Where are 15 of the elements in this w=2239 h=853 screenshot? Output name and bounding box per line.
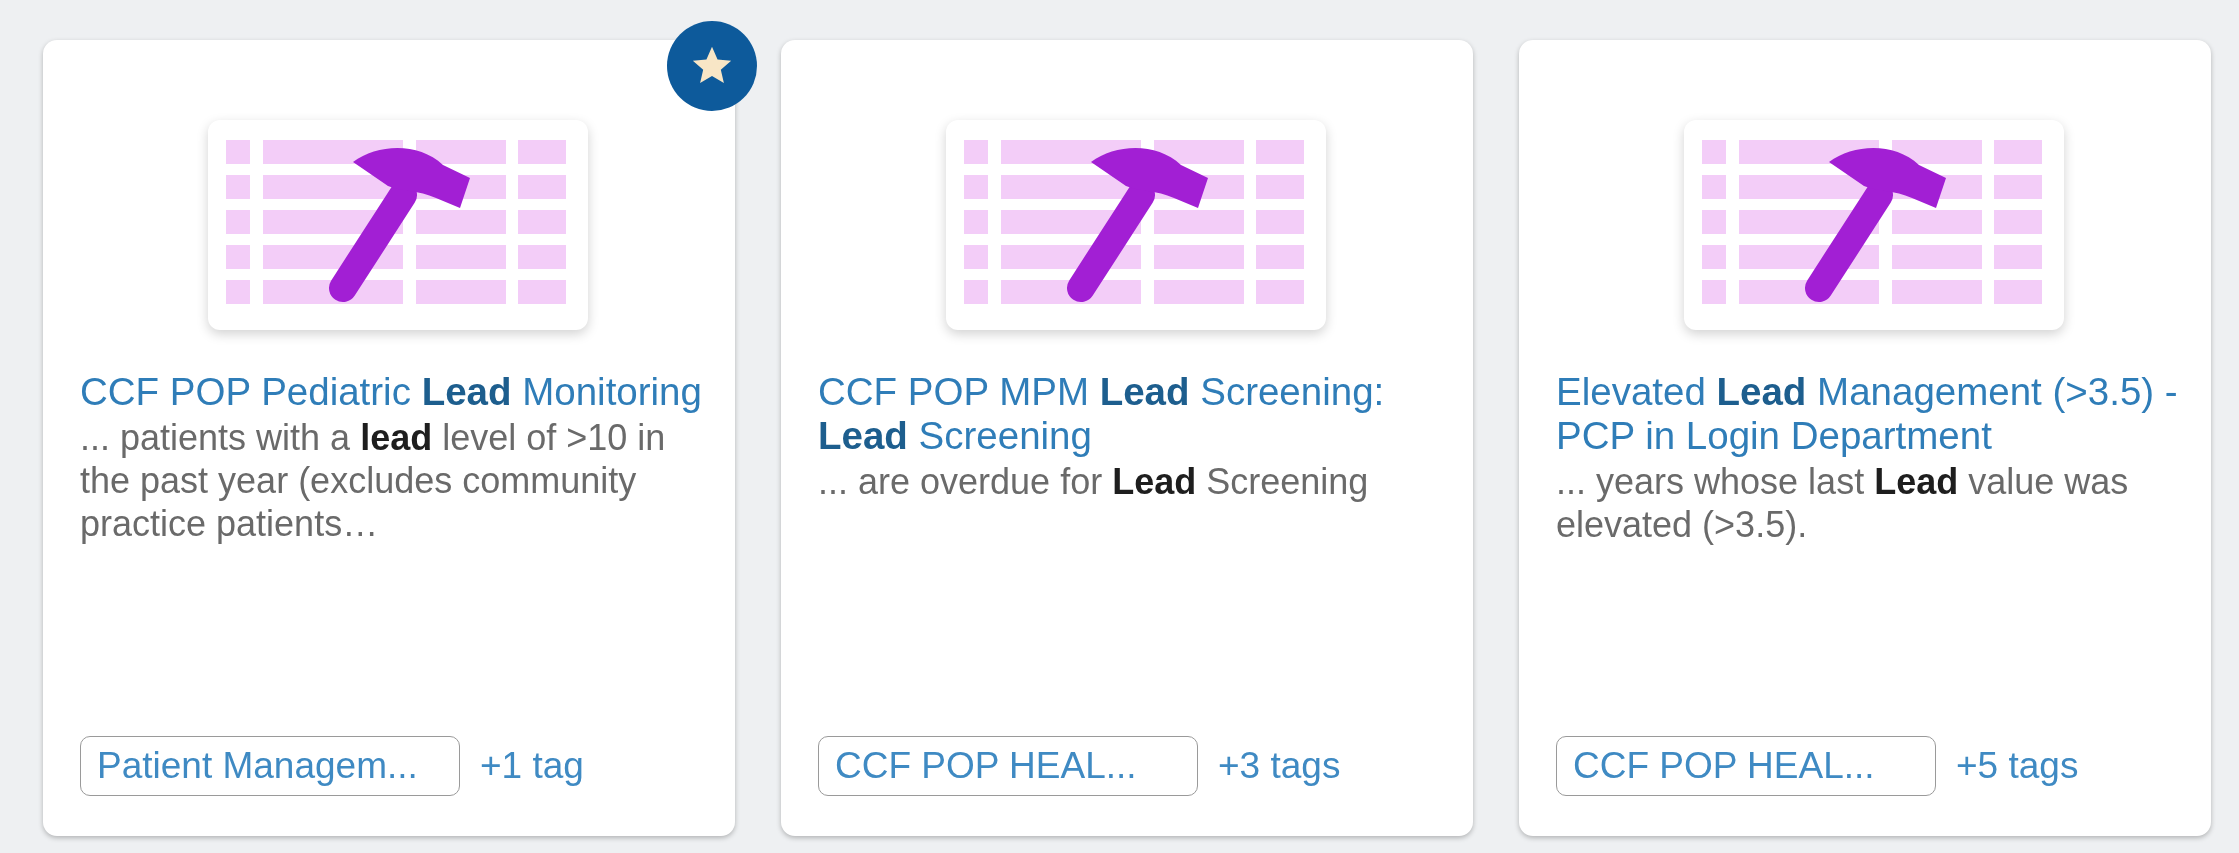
report-card[interactable]: Elevated Lead Management (>3.5) - PCP in Login Department ... years whose last Lead value was elevated (>3.5). CCF POP HEAL... +5 tags xyxy=(1519,40,2211,836)
report-card[interactable]: CCF POP Pediatric Lead Monitoring ... patients with a lead level of >10 in the past year (excludes community practice patients… Patient Managem... +1 tag xyxy=(43,40,735,836)
card-title[interactable]: Elevated Lead Management (>3.5) - PCP in Login Department xyxy=(1556,370,2181,458)
card-description: ... are overdue for Lead Screening xyxy=(818,460,1370,503)
more-tags-link[interactable]: +1 tag xyxy=(480,745,584,787)
tag-chip[interactable]: CCF POP HEAL... xyxy=(818,736,1198,796)
more-tags-link[interactable]: +5 tags xyxy=(1956,745,2079,787)
tag-chip[interactable]: Patient Managem... xyxy=(80,736,460,796)
card-title[interactable]: CCF POP MPM Lead Screening: Lead Screening xyxy=(818,370,1443,458)
card-description: ... patients with a lead level of >10 in the past year (excludes community practice patients… xyxy=(80,416,667,545)
report-card[interactable]: CCF POP MPM Lead Screening: Lead Screening ... are overdue for Lead Screening CCF POP HEAL... +3 tags xyxy=(781,40,1473,836)
card-description: ... years whose last Lead value was elevated (>3.5). xyxy=(1556,460,2130,546)
tag-chip[interactable]: CCF POP HEAL... xyxy=(1556,736,1936,796)
more-tags-link[interactable]: +3 tags xyxy=(1218,745,1341,787)
card-title[interactable]: CCF POP Pediatric Lead Monitoring xyxy=(80,370,705,414)
